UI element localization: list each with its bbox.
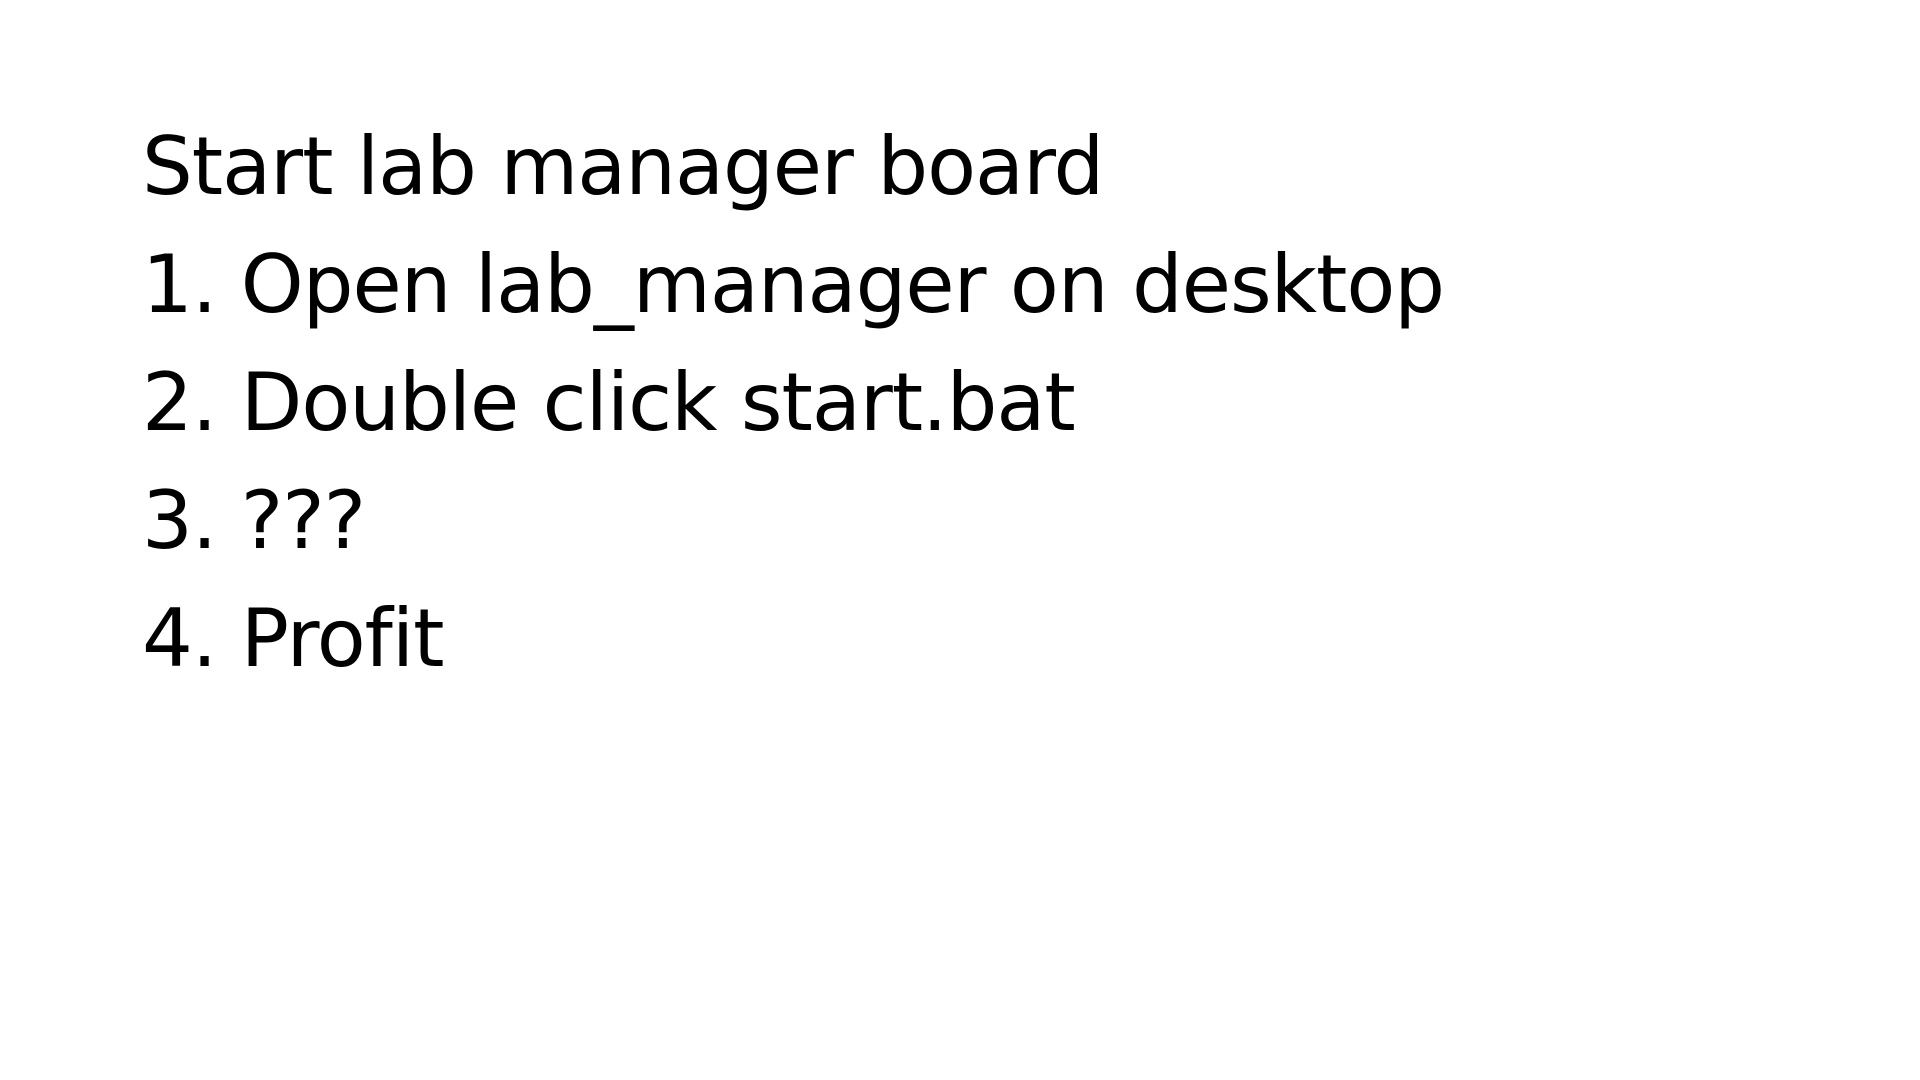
instructions-block: Start lab manager board 1. Open lab_mana…	[142, 108, 1445, 698]
step-3: 3. ???	[142, 474, 366, 567]
document-title: Start lab manager board	[142, 120, 1104, 213]
step-4: 4. Profit	[142, 592, 444, 685]
step-1: 1. Open lab_manager on desktop	[142, 238, 1445, 331]
step-2: 2. Double click start.bat	[142, 356, 1076, 449]
document-page: Start lab manager board 1. Open lab_mana…	[0, 0, 1920, 1080]
